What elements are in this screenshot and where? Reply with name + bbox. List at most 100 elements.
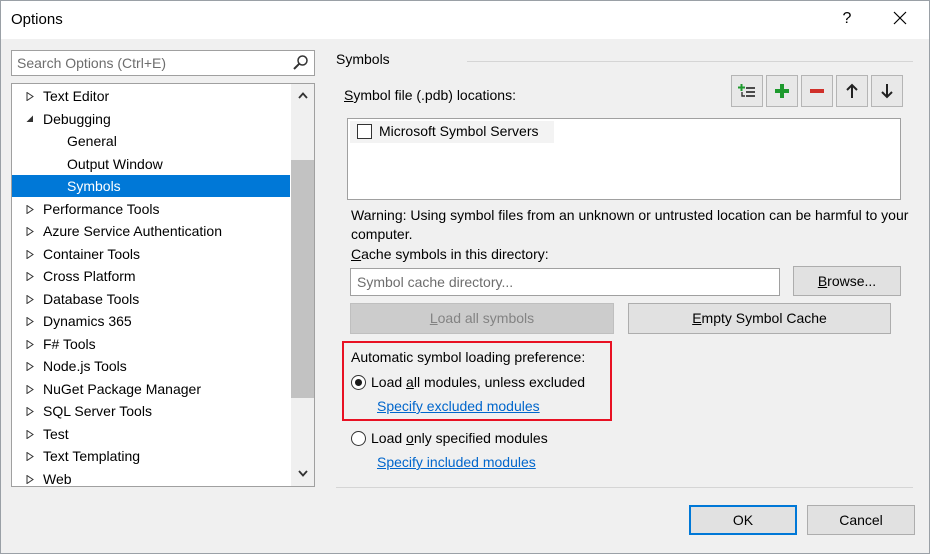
tree-item-container-tools[interactable]: Container Tools <box>12 243 290 265</box>
add-location-icon <box>738 84 755 97</box>
expand-arrow-icon[interactable] <box>24 400 36 422</box>
tree-item-label: Performance Tools <box>43 201 160 217</box>
expand-arrow-icon[interactable] <box>24 423 36 445</box>
tree-scrollbar[interactable] <box>291 84 314 486</box>
symbol-cache-directory-input[interactable]: Symbol cache directory... <box>350 268 780 296</box>
browse-button[interactable]: Browse... <box>793 266 901 296</box>
help-button[interactable]: ? <box>835 7 859 31</box>
tree-item-label: Symbols <box>67 178 121 194</box>
expand-arrow-icon[interactable] <box>24 355 36 377</box>
tree-item-label: SQL Server Tools <box>43 403 152 419</box>
plus-icon <box>775 84 789 98</box>
collapse-arrow-icon[interactable] <box>24 108 36 130</box>
tree-item-debugging[interactable]: Debugging <box>12 108 290 130</box>
tree-item-dynamics-365[interactable]: Dynamics 365 <box>12 310 290 332</box>
tree-item-symbols[interactable]: Symbols <box>12 175 290 197</box>
search-placeholder: Search Options (Ctrl+E) <box>17 55 166 71</box>
expand-arrow-icon[interactable] <box>24 265 36 287</box>
expand-arrow-icon[interactable] <box>24 288 36 310</box>
expand-arrow-icon[interactable] <box>24 85 36 107</box>
specify-included-modules-link[interactable]: Specify included modules <box>377 454 536 470</box>
ok-button[interactable]: OK <box>689 505 797 535</box>
tree-item-output-window[interactable]: Output Window <box>12 153 290 175</box>
minus-icon <box>810 89 824 93</box>
tree-item-cross-platform[interactable]: Cross Platform <box>12 265 290 287</box>
section-divider <box>467 61 913 62</box>
load-only-specified-label[interactable]: Load only specified modules <box>371 430 548 446</box>
expand-arrow-icon[interactable] <box>24 198 36 220</box>
empty-symbol-cache-button[interactable]: Empty Symbol Cache <box>628 303 891 334</box>
tree-item-label: Database Tools <box>43 291 140 307</box>
tree-item-label: Debugging <box>43 111 111 127</box>
tree-item-label: F# Tools <box>43 336 96 352</box>
tree-item-test[interactable]: Test <box>12 423 290 445</box>
expand-arrow-icon[interactable] <box>24 378 36 400</box>
close-button[interactable] <box>885 7 915 33</box>
load-all-symbols-button[interactable]: Load all symbols <box>350 303 614 334</box>
tree-item-text-templating[interactable]: Text Templating <box>12 445 290 467</box>
load-only-specified-radio[interactable] <box>351 431 366 446</box>
scrollbar-thumb[interactable] <box>291 160 314 398</box>
tree-item-performance-tools[interactable]: Performance Tools <box>12 198 290 220</box>
specify-excluded-modules-link[interactable]: Specify excluded modules <box>377 398 540 414</box>
tree-item-label: Text Editor <box>43 88 110 104</box>
title-bar: Options ? <box>1 1 929 39</box>
expand-arrow-icon[interactable] <box>24 243 36 265</box>
remove-button[interactable] <box>801 75 833 107</box>
arrow-up-icon <box>846 83 858 98</box>
radio-selected-dot <box>355 379 362 386</box>
tree-item-label: NuGet Package Manager <box>43 381 201 397</box>
tree-item-label: Output Window <box>67 156 163 172</box>
chevron-up-icon <box>297 92 308 99</box>
cache-directory-label: Cache symbols in this directory: <box>351 246 549 262</box>
close-icon <box>893 11 907 25</box>
tree-item-nodejs-tools[interactable]: Node.js Tools <box>12 355 290 377</box>
add-symbol-location-button[interactable] <box>731 75 763 107</box>
tree-item-text-editor[interactable]: Text Editor <box>12 85 290 107</box>
expand-arrow-icon[interactable] <box>24 468 36 486</box>
scroll-up-button[interactable] <box>291 87 314 107</box>
expand-arrow-icon[interactable] <box>24 333 36 355</box>
search-options-input[interactable]: Search Options (Ctrl+E) <box>11 50 315 76</box>
expand-arrow-icon[interactable] <box>24 445 36 467</box>
expand-arrow-icon[interactable] <box>24 310 36 332</box>
section-title: Symbols <box>336 51 390 67</box>
tree-item-label: Cross Platform <box>43 268 136 284</box>
load-all-modules-radio[interactable] <box>351 375 366 390</box>
tree-item-azure-service-authentication[interactable]: Azure Service Authentication <box>12 220 290 242</box>
move-down-button[interactable] <box>871 75 903 107</box>
tree-item-label: Text Templating <box>43 448 141 464</box>
list-item[interactable]: Microsoft Symbol Servers <box>350 121 554 143</box>
tree-item-label: Azure Service Authentication <box>43 223 222 239</box>
symbol-file-locations-label: Symbol file (.pdb) locations: <box>344 87 516 103</box>
tree-item-label: Dynamics 365 <box>43 313 132 329</box>
tree-item-label: Container Tools <box>43 246 141 262</box>
tree-item-label: Node.js Tools <box>43 358 127 374</box>
cancel-button[interactable]: Cancel <box>807 505 915 535</box>
symbol-locations-list[interactable]: Microsoft Symbol Servers <box>347 118 901 200</box>
tree-item-nuget-package-manager[interactable]: NuGet Package Manager <box>12 378 290 400</box>
tree-item-label: Web <box>43 471 72 487</box>
warning-text: Warning: Using symbol files from an unkn… <box>351 207 909 242</box>
window-title: Options <box>11 11 63 28</box>
list-item-label: Microsoft Symbol Servers <box>379 123 539 139</box>
tree-item-database-tools[interactable]: Database Tools <box>12 288 290 310</box>
tree-item-general[interactable]: General <box>12 130 290 152</box>
add-button[interactable] <box>766 75 798 107</box>
loading-preference-label: Automatic symbol loading preference: <box>351 349 586 365</box>
cache-directory-placeholder: Symbol cache directory... <box>357 274 514 290</box>
options-dialog: Options ? Search Options (Ctrl+E) Text E… <box>0 0 930 554</box>
expand-arrow-icon[interactable] <box>24 220 36 242</box>
load-all-modules-label[interactable]: Load all modules, unless excluded <box>371 374 585 390</box>
arrow-down-icon <box>881 84 893 99</box>
chevron-down-icon <box>297 470 308 477</box>
tree-item-label: Test <box>43 426 69 442</box>
search-icon[interactable] <box>292 54 310 75</box>
tree-item-web[interactable]: Web <box>12 468 290 487</box>
tree-item-sql-server-tools[interactable]: SQL Server Tools <box>12 400 290 422</box>
move-up-button[interactable] <box>836 75 868 107</box>
tree-item-fsharp-tools[interactable]: F# Tools <box>12 333 290 355</box>
options-tree: Text Editor Debugging General Output Win… <box>11 83 315 487</box>
scroll-down-button[interactable] <box>291 465 314 485</box>
microsoft-symbol-servers-checkbox[interactable] <box>357 124 372 139</box>
